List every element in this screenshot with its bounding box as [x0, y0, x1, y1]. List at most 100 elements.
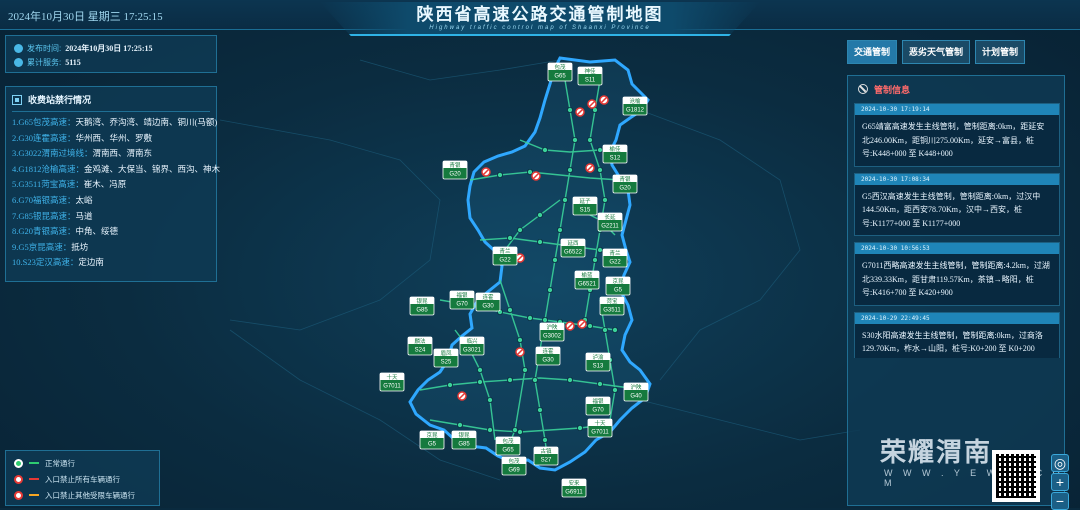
brand-logo: 荣耀渭南 — [880, 437, 993, 467]
sign-name: 连霍 — [542, 347, 554, 355]
sign-code: S13 — [593, 364, 604, 370]
highway-sign[interactable]: 神佳 S11 — [577, 66, 603, 86]
tab-weather-control[interactable]: 恶劣天气管制 — [902, 40, 971, 64]
sign-name: 包茂 — [502, 437, 514, 445]
highway-sign[interactable]: 临兴 G3021 — [459, 336, 485, 356]
highway-sign[interactable]: 包茂 G65 — [495, 436, 521, 456]
toll-stations: 华州西、华州、罗敷 — [75, 132, 153, 143]
sign-name: 临兴 — [466, 337, 478, 345]
highway-sign[interactable]: 包茂 G69 — [501, 456, 527, 476]
sign-name: 延子 — [579, 197, 591, 205]
toll-stations: 渭南西、渭南东 — [92, 148, 153, 159]
sign-code: G69 — [508, 468, 520, 474]
zoom-in-button[interactable]: + — [1051, 473, 1069, 491]
highway-sign[interactable]: 福银 G70 — [585, 396, 611, 416]
sign-name: 延西 — [567, 239, 579, 247]
control-card-list[interactable]: 2024-10-30 17:19:14 G65靖富高速发生主线管制，管制距离:0k… — [854, 103, 1060, 358]
publish-label: 发布时间: — [27, 43, 62, 53]
toll-stations: 抵坊 — [71, 241, 89, 252]
zoom-out-button[interactable]: − — [1051, 492, 1069, 510]
highway-sign[interactable]: 青兰 G22 — [492, 246, 518, 266]
sign-code: G2211 — [601, 224, 619, 230]
tab-traffic-control[interactable]: 交通管制 — [847, 40, 898, 64]
highway-sign[interactable]: 十天 G7011 — [379, 372, 405, 392]
highway-sign[interactable]: 菏宝 G3511 — [599, 296, 625, 316]
sign-name: 青兰 — [609, 249, 621, 257]
highway-sign[interactable]: 古镇 S27 — [533, 446, 559, 466]
highway-sign[interactable]: 京昆 G5 — [605, 276, 631, 296]
toll-item: 1.G65包茂高速：天鹅湾、乔沟湾、靖边南、铜川(马额) — [12, 115, 217, 131]
highway-sign[interactable]: 青银 G20 — [442, 160, 468, 180]
legend-label: 入口禁止所有车辆通行 — [45, 474, 120, 484]
control-card[interactable]: 2024-10-29 22:49:45 S30水阳高速发生主线管制，管制距离:0k… — [854, 311, 1060, 358]
toll-highway: 1.G65包茂高速： — [12, 117, 76, 127]
sign-name: 京昆 — [612, 277, 624, 285]
ban-icon — [858, 84, 868, 94]
highway-sign[interactable]: 银昆 G85 — [409, 296, 435, 316]
highway-sign[interactable]: 青兰 G22 — [602, 248, 628, 268]
sign-name: 麟法 — [414, 337, 426, 345]
highway-sign[interactable]: 银昆 G85 — [451, 430, 477, 450]
green-line-icon — [29, 462, 39, 464]
highway-sign[interactable]: 延西 G6522 — [560, 238, 586, 258]
toll-highway: 4.G1812沧榆高速： — [12, 163, 85, 174]
sign-name: 沪陕 — [630, 383, 642, 391]
orange-line-icon — [29, 494, 39, 496]
toll-stations: 金鸡滩、大保当、锦界、西沟、神木 — [84, 163, 221, 174]
sign-code: G7011 — [591, 430, 609, 436]
sign-code: G30 — [482, 304, 494, 310]
toll-panel-title: 收费站禁行情况 — [28, 95, 92, 105]
highway-sign[interactable]: 安来 G6911 — [561, 478, 587, 498]
sign-name: 安来 — [568, 479, 580, 487]
highway-sign[interactable]: 榆佳 S12 — [602, 144, 628, 164]
sign-name: 福银 — [592, 397, 604, 405]
sign-name: 榆佳 — [609, 145, 621, 153]
highway-sign[interactable]: 连霍 G30 — [475, 292, 501, 312]
qr-code — [992, 450, 1040, 502]
sign-name: 长延 — [604, 213, 616, 221]
sign-name: 青银 — [619, 175, 631, 183]
highway-sign[interactable]: 连霍 G30 — [535, 346, 561, 366]
tab-planned-control[interactable]: 计划管制 — [975, 40, 1026, 64]
toll-stations: 崔木、冯原 — [83, 179, 127, 190]
sign-name: 银昆 — [416, 297, 428, 305]
highway-sign[interactable]: 十天 G7011 — [587, 418, 613, 438]
highway-sign[interactable]: 麟法 S24 — [407, 336, 433, 356]
toll-item: 7.G85银昆高速：马道 — [12, 209, 210, 225]
highway-sign[interactable]: 青银 G20 — [612, 174, 638, 194]
highway-sign[interactable]: 福银 G70 — [449, 290, 475, 310]
highway-sign[interactable]: 沧榆 G1812 — [622, 96, 648, 116]
publish-time-row: 发布时间: 2024年10月30日 17:25:15 — [14, 41, 208, 55]
card-time: 2024-10-30 17:08:34 — [855, 173, 1059, 185]
highway-sign[interactable]: 延子 S15 — [572, 196, 598, 216]
control-card[interactable]: 2024-10-30 17:08:34 G5西汉高速发生主线管制，管制距离:0km… — [854, 172, 1060, 236]
sign-code: G20 — [449, 172, 461, 178]
highway-sign[interactable]: 沪陕 G3002 — [539, 322, 565, 342]
control-card[interactable]: 2024-10-30 10:56:53 G7011西略高速发生主线管制，管制距离:… — [854, 242, 1060, 306]
toll-item: 5.G3511菏宝高速：崔木、冯原 — [12, 177, 210, 193]
sign-name: 眉凤 — [440, 350, 452, 357]
red-line-icon — [29, 478, 39, 480]
highway-sign[interactable]: 包茂 G65 — [547, 62, 573, 82]
locate-button[interactable]: ◎ — [1051, 454, 1069, 472]
card-time: 2024-10-30 10:56:53 — [855, 243, 1059, 254]
sign-name: 菏宝 — [606, 297, 618, 305]
no-entry-icon — [14, 490, 23, 500]
sign-name: 连霍 — [482, 293, 494, 301]
sign-name: 沪陕 — [546, 323, 558, 331]
highway-sign[interactable]: 京昆 G5 — [419, 430, 445, 450]
highway-sign[interactable]: 泸渝 S13 — [585, 352, 611, 372]
highway-sign[interactable]: 榆蓝 G6521 — [574, 270, 600, 290]
sign-code: G22 — [609, 260, 621, 266]
sign-code: G85 — [458, 442, 470, 448]
highway-sign[interactable]: 眉凤 S25 — [433, 348, 459, 368]
sign-code: S27 — [541, 458, 552, 464]
toll-item: 9.G5京昆高速：抵坊 — [12, 240, 210, 256]
highway-sign[interactable]: 沪陕 G40 — [623, 382, 649, 402]
control-card[interactable]: 2024-10-30 17:19:14 G65靖富高速发生主线管制，管制距离:0k… — [854, 103, 1060, 167]
toll-stations: 天鹅湾、乔沟湾、靖边南、铜川(马额) — [75, 117, 218, 127]
highway-sign[interactable]: 长延 G2211 — [597, 212, 623, 232]
toll-highway: 7.G85银昆高速： — [12, 210, 76, 221]
toll-station-panel: 收费站禁行情况 1.G65包茂高速：天鹅湾、乔沟湾、靖边南、铜川(马额) 2.G3… — [5, 86, 221, 282]
sign-name: 青银 — [449, 161, 461, 169]
